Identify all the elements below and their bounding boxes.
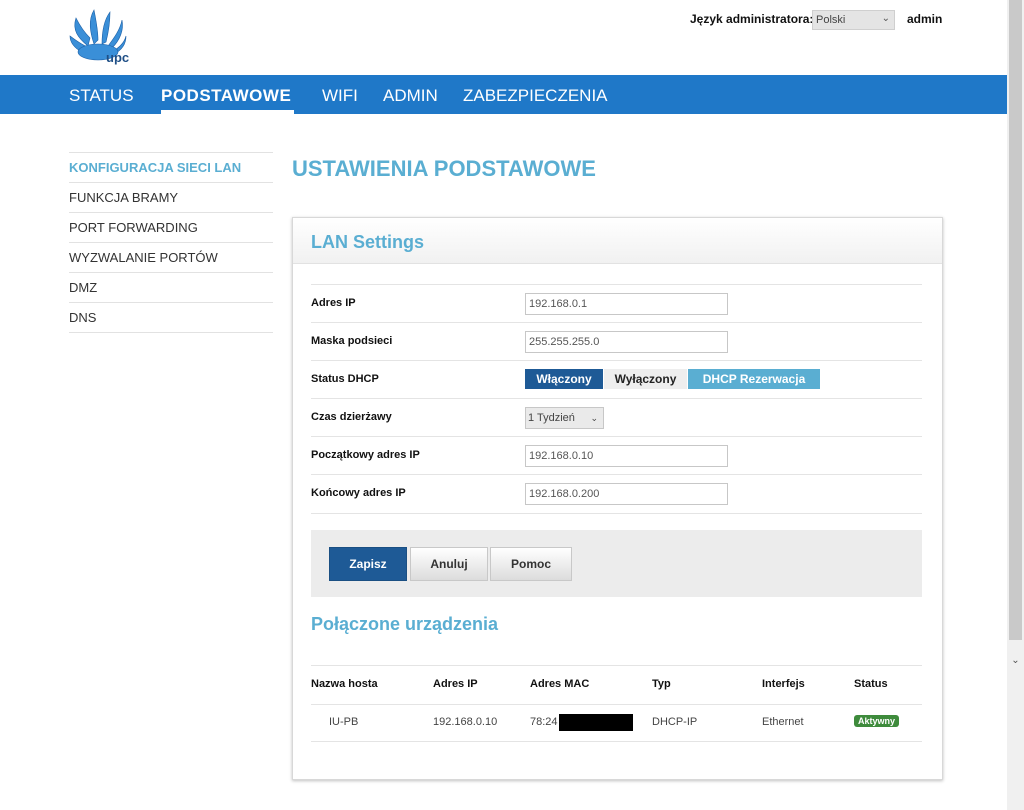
- sidebar-item-port-triggering[interactable]: WYZWALANIE PORTÓW: [69, 243, 273, 273]
- panel-title: LAN Settings: [311, 232, 425, 252]
- cell-hostname: IU-PB: [329, 716, 359, 728]
- table-row: IU-PB 192.168.0.10 78:24 DHCP-IP Etherne…: [311, 704, 922, 742]
- sidebar-item-gateway-function[interactable]: FUNKCJA BRAMY: [69, 183, 273, 213]
- sidebar-item-port-forwarding[interactable]: PORT FORWARDING: [69, 213, 273, 243]
- sidebar: KONFIGURACJA SIECI LAN FUNKCJA BRAMY POR…: [69, 152, 273, 333]
- end-ip-input[interactable]: 192.168.0.200: [525, 483, 728, 505]
- language-select[interactable]: Polski ⌄: [812, 10, 895, 30]
- active-tab-indicator: [161, 110, 294, 114]
- scroll-down-arrow-icon[interactable]: ⌄: [1007, 655, 1024, 669]
- page-title: USTAWIENIA PODSTAWOWE: [292, 156, 596, 181]
- ip-label: Adres IP: [311, 297, 356, 309]
- sidebar-item-lan-config[interactable]: KONFIGURACJA SIECI LAN: [69, 153, 273, 183]
- form-row-mask: Maska podsieci 255.255.255.0: [311, 322, 922, 361]
- cell-ip: 192.168.0.10: [433, 716, 498, 728]
- scrollbar-thumb[interactable]: [1009, 0, 1022, 640]
- start-ip-label: Początkowy adres IP: [311, 449, 420, 461]
- redaction-box: [559, 714, 633, 731]
- col-interface: Interfejs: [762, 678, 805, 690]
- lease-time-select[interactable]: 1 Tydzień ⌄: [525, 407, 604, 429]
- form-row-ip: Adres IP 192.168.0.1: [311, 284, 922, 323]
- dhcp-enabled-toggle[interactable]: Włączony: [525, 369, 603, 389]
- devices-table-header: Nazwa hosta Adres IP Adres MAC Typ Inter…: [311, 665, 922, 705]
- lease-time-value: 1 Tydzień: [528, 412, 575, 424]
- nav-zabezpieczenia[interactable]: ZABEZPIECZENIA: [463, 86, 608, 106]
- nav-admin[interactable]: ADMIN: [383, 86, 438, 106]
- chevron-down-icon: ⌄: [590, 413, 598, 423]
- language-select-value: Polski: [816, 14, 846, 26]
- form-row-lease: Czas dzierżawy 1 Tydzień ⌄: [311, 398, 922, 437]
- cell-interface: Ethernet: [762, 716, 804, 728]
- chevron-down-icon: ⌄: [881, 13, 890, 24]
- col-hostname: Nazwa hosta: [311, 678, 378, 690]
- lease-time-label: Czas dzierżawy: [311, 411, 392, 423]
- main-nav: STATUS PODSTAWOWE WIFI ADMIN ZABEZPIECZE…: [0, 75, 1007, 114]
- nav-wifi[interactable]: WIFI: [322, 86, 358, 106]
- status-badge: Aktywny: [854, 715, 900, 727]
- form-row-start-ip: Początkowy adres IP 192.168.0.10: [311, 436, 922, 475]
- sidebar-item-dns[interactable]: DNS: [69, 303, 273, 333]
- button-bar: Zapisz Anuluj Pomoc: [311, 530, 922, 597]
- start-ip-input[interactable]: 192.168.0.10: [525, 445, 728, 467]
- cell-mac: 78:24: [530, 716, 558, 728]
- ip-address-input[interactable]: 192.168.0.1: [525, 293, 728, 315]
- cell-type: DHCP-IP: [652, 716, 698, 728]
- dhcp-disabled-toggle[interactable]: Wyłączony: [604, 369, 687, 389]
- lan-settings-panel: LAN Settings Adres IP 192.168.0.1 Maska …: [292, 217, 943, 780]
- dhcp-status-label: Status DHCP: [311, 373, 379, 385]
- save-button[interactable]: Zapisz: [329, 547, 407, 581]
- panel-header: LAN Settings: [293, 218, 942, 264]
- end-ip-label: Końcowy adres IP: [311, 487, 406, 499]
- mask-label: Maska podsieci: [311, 335, 393, 347]
- form-row-end-ip: Końcowy adres IP 192.168.0.200: [311, 474, 922, 514]
- help-button[interactable]: Pomoc: [490, 547, 572, 581]
- dhcp-reservation-button[interactable]: DHCP Rezerwacja: [688, 369, 820, 389]
- col-ip: Adres IP: [433, 678, 478, 690]
- admin-language-label: Język administratora:: [690, 12, 814, 26]
- cancel-button[interactable]: Anuluj: [410, 547, 488, 581]
- col-status: Status: [854, 678, 888, 690]
- sidebar-item-dmz[interactable]: DMZ: [69, 273, 273, 303]
- form-row-dhcp: Status DHCP Włączony Wyłączony DHCP Reze…: [311, 360, 922, 399]
- nav-podstawowe[interactable]: PODSTAWOWE: [161, 86, 291, 106]
- col-mac: Adres MAC: [530, 678, 590, 690]
- nav-status[interactable]: STATUS: [69, 86, 134, 106]
- col-type: Typ: [652, 678, 671, 690]
- subnet-mask-input[interactable]: 255.255.255.0: [525, 331, 728, 353]
- brand-name: upc: [106, 50, 130, 65]
- admin-user-link[interactable]: admin: [907, 12, 942, 26]
- connected-devices-title: Połączone urządzenia: [311, 614, 499, 634]
